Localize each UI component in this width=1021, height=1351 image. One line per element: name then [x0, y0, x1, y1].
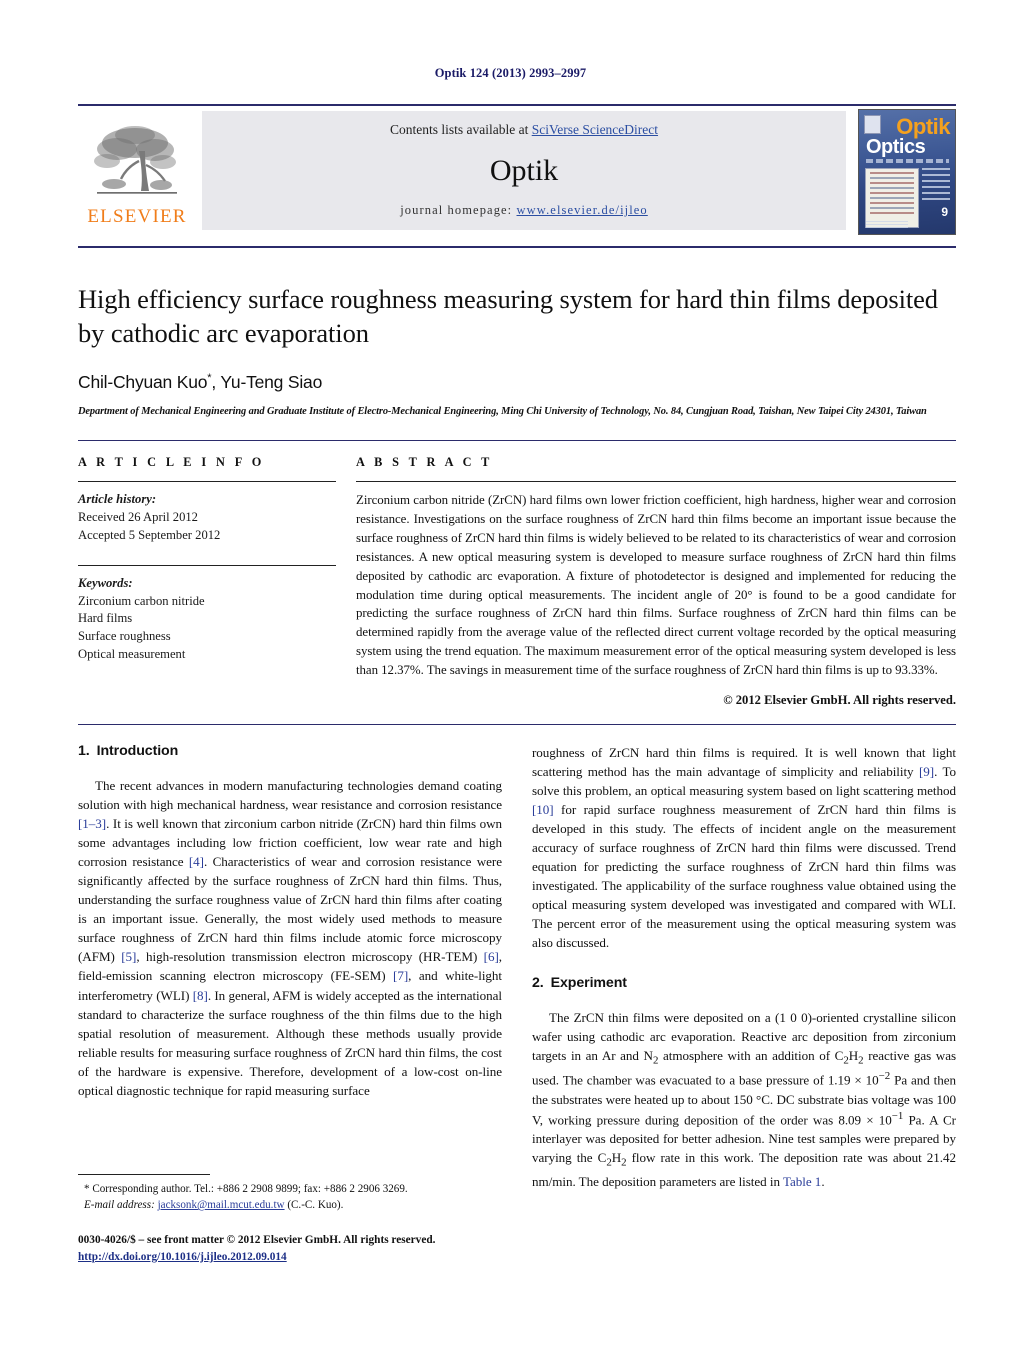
- elsevier-logo: ELSEVIER: [78, 109, 196, 234]
- introduction-paragraph-right: roughness of ZrCN hard thin films is req…: [532, 743, 956, 953]
- citation-ref-8[interactable]: [8]: [193, 988, 208, 1003]
- citation-ref-1-3[interactable]: [1–3]: [78, 816, 106, 831]
- page-footer: 0030-4026/$ – see front matter © 2012 El…: [78, 1232, 538, 1266]
- elsevier-tree-icon: [89, 121, 185, 205]
- citation-ref-7[interactable]: [7]: [393, 968, 408, 983]
- keyword-item: Hard films: [78, 611, 133, 626]
- body-column-right: roughness of ZrCN hard thin films is req…: [532, 743, 956, 1191]
- section-number: 2.: [532, 974, 544, 991]
- footnote-contact-text: Corresponding author. Tel.: +886 2 2908 …: [89, 1183, 408, 1195]
- section-number: 1.: [78, 743, 90, 759]
- intro-text-3: . Characteristics of wear and corrosion …: [78, 854, 502, 965]
- keyword-item: Surface roughness: [78, 629, 171, 644]
- superscript-minus2: −2: [878, 1070, 891, 1083]
- table-1-link[interactable]: Table 1: [783, 1174, 821, 1189]
- exp-text-c: H: [848, 1047, 859, 1063]
- journal-title: Optik: [489, 153, 559, 187]
- introduction-paragraph-left: The recent advances in modern manufactur…: [78, 776, 502, 1100]
- footnote-contact-line: * Corresponding author. Tel.: +886 2 290…: [78, 1181, 502, 1197]
- abstract-rule: [356, 481, 956, 482]
- issn-copyright-line: 0030-4026/$ – see front matter © 2012 El…: [78, 1234, 436, 1246]
- paper-page: Optik 124 (2013) 2993–2997 ELSEVIER Cont…: [0, 0, 1021, 1351]
- corresponding-author-footnote: * Corresponding author. Tel.: +886 2 290…: [78, 1174, 502, 1213]
- elsevier-wordmark: ELSEVIER: [87, 206, 187, 227]
- cover-artwork: Optik Optics 9: [858, 108, 956, 235]
- citation-ref-6[interactable]: [6]: [484, 949, 499, 964]
- sciencedirect-link[interactable]: SciVerse ScienceDirect: [532, 122, 658, 137]
- cover-subtitle-bars: [866, 158, 949, 163]
- article-history: Article history: Received 26 April 2012 …: [78, 491, 336, 545]
- citation-ref-5[interactable]: [5]: [121, 949, 136, 964]
- footnote-email-line: E-mail address: jacksonk@mail.mcut.edu.t…: [78, 1197, 502, 1213]
- citation-ref-9[interactable]: [9]: [919, 764, 934, 779]
- intro-right-text-3: for rapid surface roughness measurement …: [532, 802, 956, 951]
- author-secondary: , Yu-Teng Siao: [211, 372, 323, 393]
- info-abstract-block: A R T I C L E I N F O Article history: R…: [78, 440, 956, 708]
- keywords-rule: [78, 564, 336, 566]
- author-list: Chil-Chyuan Kuo*, Yu-Teng Siao: [78, 372, 956, 393]
- journal-homepage-link[interactable]: www.elsevier.de/ijleo: [517, 203, 648, 217]
- abstract-heading: A B S T R A C T: [356, 455, 493, 469]
- intro-text-1: The recent advances in modern manufactur…: [78, 778, 502, 813]
- title-block: High efficiency surface roughness measur…: [78, 246, 956, 419]
- accepted-date: Accepted 5 September 2012: [78, 527, 221, 542]
- homepage-label: journal homepage:: [400, 203, 513, 217]
- email-address-label: E-mail address:: [84, 1199, 155, 1212]
- footnote-rule: [78, 1174, 210, 1175]
- exp-text-b: atmosphere with an addition of C: [658, 1047, 844, 1063]
- journal-masthead: ELSEVIER Contents lists available at Sci…: [78, 104, 956, 235]
- cover-side-text: [922, 167, 950, 204]
- section-heading-experiment: 2. Experiment: [532, 975, 956, 991]
- journal-homepage-line: journal homepage: www.elsevier.de/ijleo: [400, 203, 648, 218]
- keyword-item: Zirconium carbon nitride: [78, 593, 205, 608]
- author-primary: Chil-Chyuan Kuo: [78, 372, 208, 393]
- body-columns: 1. Introduction The recent advances in mo…: [78, 724, 956, 1191]
- cover-issue-number: 9: [941, 204, 948, 219]
- email-owner: (C.-C. Kuo).: [284, 1199, 344, 1212]
- superscript-minus1: −1: [891, 1109, 904, 1122]
- intro-text-4: , high-resolution transmission electron …: [136, 949, 484, 965]
- cover-publisher-badge: [864, 114, 881, 134]
- cover-title-secondary: Optics: [866, 135, 926, 158]
- abstract-text: Zirconium carbon nitride (ZrCN) hard fil…: [356, 493, 956, 678]
- received-date: Received 26 April 2012: [78, 509, 198, 524]
- section-heading-introduction: 1. Introduction: [78, 743, 502, 759]
- citation-ref-4[interactable]: [4]: [189, 854, 204, 869]
- intro-text-7: . In general, AFM is widely accepted as …: [78, 987, 502, 1098]
- affiliation: Department of Mechanical Engineering and…: [78, 406, 927, 418]
- body-column-left: 1. Introduction The recent advances in mo…: [78, 743, 502, 1191]
- keywords-group: Keywords: Zirconium carbon nitride Hard …: [78, 575, 336, 664]
- article-history-label: Article history:: [78, 492, 157, 506]
- section-title: Experiment: [550, 974, 627, 991]
- section-title: Introduction: [96, 743, 179, 759]
- intro-right-text-1: roughness of ZrCN hard thin films is req…: [532, 745, 956, 780]
- keywords-label: Keywords:: [78, 575, 133, 590]
- journal-cover-thumbnail: Optik Optics 9: [852, 108, 956, 235]
- citation-ref-10[interactable]: [10]: [532, 802, 554, 817]
- journal-band: Contents lists available at SciVerse Sci…: [202, 111, 846, 230]
- article-info-rule: [78, 481, 336, 482]
- experiment-paragraph: The ZrCN thin films were deposited on a …: [532, 1008, 956, 1191]
- cover-contents-panel: [865, 167, 919, 228]
- exp-text-i: .: [821, 1173, 825, 1189]
- running-head: Optik 124 (2013) 2993–2997: [434, 66, 587, 80]
- contents-lists-line: Contents lists available at SciVerse Sci…: [390, 122, 658, 138]
- exp-text-g: H: [611, 1150, 622, 1166]
- author-email-link[interactable]: jacksonk@mail.mcut.edu.tw: [158, 1199, 285, 1211]
- article-info-heading: A R T I C L E I N F O: [78, 455, 265, 469]
- abstract-column: A B S T R A C T Zirconium carbon nitride…: [336, 455, 956, 708]
- page-title: High efficiency surface roughness measur…: [78, 284, 938, 349]
- doi-link[interactable]: http://dx.doi.org/10.1016/j.ijleo.2012.0…: [78, 1251, 287, 1263]
- keyword-item: Optical measurement: [78, 647, 186, 662]
- article-info-column: A R T I C L E I N F O Article history: R…: [78, 455, 336, 708]
- contents-prefix: Contents lists available at: [389, 122, 532, 137]
- cover-footer-bars: [866, 219, 908, 228]
- abstract-copyright: © 2012 Elsevier GmbH. All rights reserve…: [723, 693, 956, 708]
